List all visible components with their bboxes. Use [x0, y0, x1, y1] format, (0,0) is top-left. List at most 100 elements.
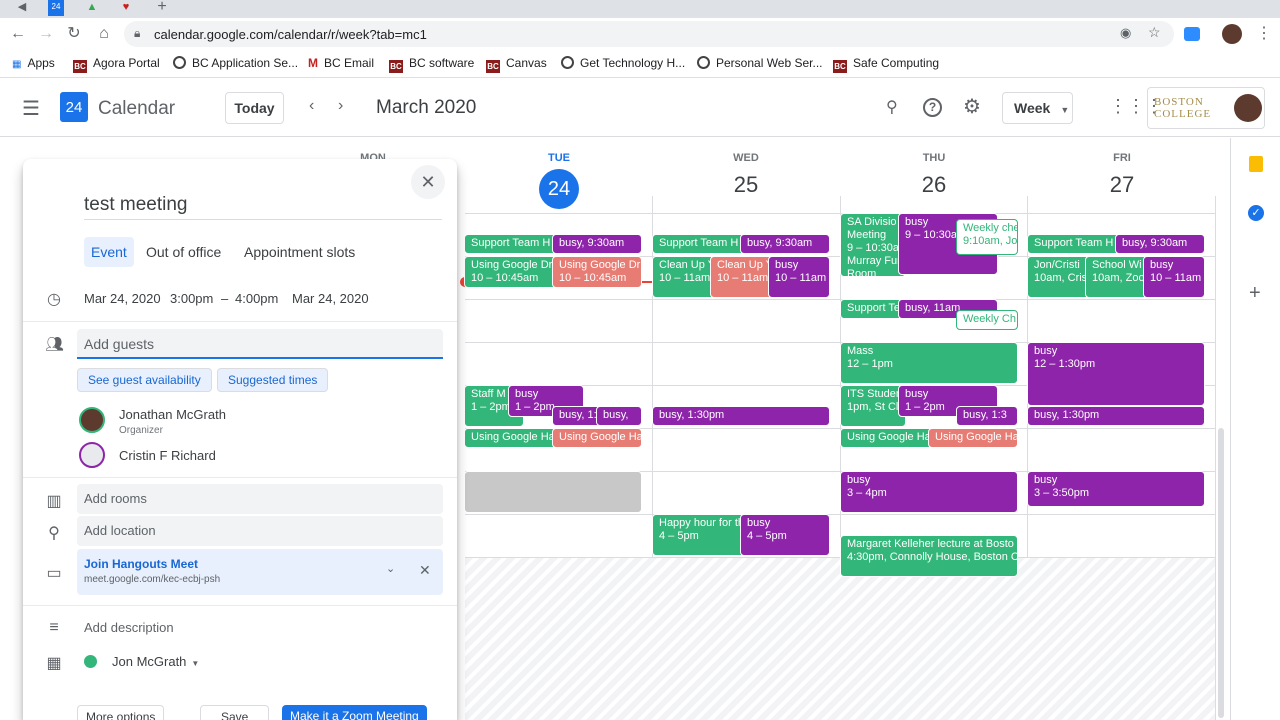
remove-conference-icon[interactable]: ✕	[419, 562, 431, 579]
event-chip[interactable]: Support Team H	[652, 234, 748, 254]
event-title-input[interactable]: test meeting	[84, 194, 442, 220]
day-header-wed[interactable]: WED 25	[653, 152, 839, 198]
calendar-owner-select[interactable]: Jon McGrath ▼	[112, 654, 199, 669]
event-chip[interactable]: Support Team H	[1027, 234, 1123, 254]
next-week-icon[interactable]: ›	[338, 97, 343, 115]
chevron-down-icon[interactable]: ⌄	[386, 562, 395, 575]
add-location-field[interactable]: Add location	[77, 516, 443, 546]
zoom-extension-icon[interactable]	[1184, 27, 1200, 41]
event-chip[interactable]: busy 3 – 4pm	[840, 471, 1018, 513]
day-header-fri[interactable]: FRI 27	[1029, 152, 1215, 198]
today-button[interactable]: Today	[225, 92, 284, 124]
bookmark-apps[interactable]: ▦ Apps	[12, 56, 55, 70]
event-chip[interactable]: busy, 1:30pm	[652, 406, 830, 426]
address-bar[interactable]: 🔒︎ calendar.google.com/calendar/r/week?t…	[124, 21, 1174, 47]
event-chip[interactable]: busy, 1:3	[956, 406, 1018, 426]
add-addon-icon[interactable]: +	[1249, 282, 1261, 305]
tab-out-of-office[interactable]: Out of office	[146, 244, 221, 260]
event-chip[interactable]: Support Team H	[464, 234, 560, 254]
event-chip[interactable]: busy,	[596, 406, 642, 426]
home-icon[interactable]: ⌂	[92, 22, 116, 46]
reload-icon[interactable]: ↻	[62, 22, 86, 46]
forward-icon[interactable]: →	[34, 22, 58, 46]
new-event-placeholder[interactable]	[464, 471, 642, 513]
previous-week-icon[interactable]: ‹	[309, 97, 314, 115]
add-guests-input[interactable]: Add guests	[77, 329, 443, 359]
end-time[interactable]: 4:00pm	[235, 291, 278, 306]
zoom-meeting-button[interactable]: Make it a Zoom Meeting	[282, 705, 427, 720]
help-icon[interactable]: ?	[923, 98, 942, 117]
view-selector[interactable]: Week ▼	[1002, 92, 1073, 124]
eye-icon[interactable]: ◉	[1120, 25, 1131, 41]
join-hangouts-link[interactable]: Join Hangouts Meet	[84, 557, 198, 571]
star-icon[interactable]: ☆	[1148, 24, 1161, 41]
event-chip[interactable]: Mass 12 – 1pm	[840, 342, 1018, 384]
event-chip[interactable]: Using Google Ha	[928, 428, 1018, 448]
start-time[interactable]: 3:00pm	[170, 291, 213, 306]
event-chip[interactable]: busy, 9:30am	[552, 234, 642, 254]
browser-toolbar: ← → ↻ ⌂ 🔒︎ calendar.google.com/calendar/…	[0, 18, 1280, 50]
event-chip[interactable]: Jon/Cristi 10am, Cris	[1027, 256, 1093, 298]
event-chip[interactable]: busy 10 – 11am	[768, 256, 830, 298]
event-chip[interactable]: Clean Up Y 10 – 11am	[652, 256, 718, 298]
event-chip[interactable]: Happy hour for th 4 – 5pm	[652, 514, 748, 556]
event-chip[interactable]: Clean Up Y 10 – 11am	[710, 256, 776, 298]
bookmark-bc-application[interactable]: BC Application Se...	[173, 56, 298, 70]
event-chip[interactable]: Using Google Dri 10 – 10:45am	[552, 256, 642, 288]
save-button[interactable]: Save	[200, 705, 270, 720]
event-chip[interactable]: busy 3 – 3:50pm	[1027, 471, 1205, 507]
chrome-menu-icon[interactable]: ⋮	[1252, 22, 1276, 46]
see-guest-availability-button[interactable]: See guest availability	[77, 368, 212, 392]
day-header-thu[interactable]: THU 26	[841, 152, 1027, 198]
event-chip[interactable]: busy 4 – 5pm	[740, 514, 830, 556]
event-chip[interactable]: Margaret Kelleher lecture at Bosto 4:30pm…	[840, 535, 1018, 577]
event-chip[interactable]: Using Google Ha	[552, 428, 642, 448]
profile-avatar[interactable]	[1222, 24, 1242, 44]
scrollbar[interactable]	[1218, 428, 1224, 718]
drive-tab-icon[interactable]: ▲	[84, 0, 100, 16]
keep-icon[interactable]	[1249, 156, 1263, 172]
search-icon[interactable]: ⚲	[886, 97, 898, 117]
suggested-times-button[interactable]: Suggested times	[217, 368, 329, 392]
bookmark-safe-computing[interactable]: BC Safe Computing	[833, 56, 939, 73]
add-description-field[interactable]: Add description	[84, 620, 174, 635]
end-date[interactable]: Mar 24, 2020	[292, 291, 369, 306]
speaker-icon[interactable]: ◀	[14, 0, 30, 16]
bookmark-canvas[interactable]: BC Canvas	[486, 56, 547, 73]
event-chip[interactable]: busy, 1:30pm	[1027, 406, 1205, 426]
bookmark-agora[interactable]: BC Agora Portal	[73, 56, 160, 73]
settings-gear-icon[interactable]: ⚙	[963, 94, 981, 119]
event-chip[interactable]: School Wi 10am, Zoo	[1085, 256, 1151, 298]
event-chip[interactable]: busy 12 – 1:30pm	[1027, 342, 1205, 406]
event-chip[interactable]: busy, 9:30am	[1115, 234, 1205, 254]
event-chip[interactable]: ITS Studen 1pm, St Cl	[840, 385, 906, 427]
event-chip[interactable]: Using Google Ha	[464, 428, 560, 448]
bookmark-bc-software[interactable]: BC BC software	[389, 56, 474, 73]
bookmark-bc-email[interactable]: M BC Email	[308, 56, 374, 70]
calendar-tab-icon[interactable]: 24	[48, 0, 64, 16]
tab-event[interactable]: Event	[84, 237, 134, 267]
tasks-icon[interactable]: ✓	[1248, 205, 1264, 221]
new-tab-icon[interactable]: +	[154, 0, 170, 16]
event-chip[interactable]: Support Te	[840, 299, 906, 319]
bookmark-personal-web[interactable]: Personal Web Ser...	[697, 56, 823, 70]
bookmark-get-technology[interactable]: Get Technology H...	[561, 56, 685, 70]
shield-tab-icon[interactable]: ♥	[118, 0, 134, 16]
event-chip[interactable]: Weekly che 9:10am, Jo	[956, 219, 1018, 255]
calendar-logo-icon: 24	[60, 92, 88, 122]
event-chip[interactable]: Using Google Dri 10 – 10:45am	[464, 256, 560, 288]
start-date[interactable]: Mar 24, 2020	[84, 291, 161, 306]
back-icon[interactable]: ←	[6, 22, 30, 46]
event-chip[interactable]: busy, 9:30am	[740, 234, 830, 254]
account-switcher[interactable]: BOSTON COLLEGE	[1147, 87, 1265, 129]
event-chip[interactable]: SA Divisio Meeting 9 – 10:30a Murray Fun Roo…	[840, 213, 906, 277]
event-chip[interactable]: Using Google Ha	[840, 428, 936, 448]
day-header-tue[interactable]: TUE 24	[466, 152, 652, 209]
main-menu-icon[interactable]: ☰	[22, 96, 40, 121]
tab-appointment-slots[interactable]: Appointment slots	[244, 244, 355, 260]
more-options-button[interactable]: More options	[77, 705, 165, 720]
today-date-circle[interactable]: 24	[539, 169, 579, 209]
event-chip[interactable]: Weekly Ch	[956, 310, 1018, 330]
event-chip[interactable]: busy 10 – 11am	[1143, 256, 1205, 298]
add-rooms-field[interactable]: Add rooms	[77, 484, 443, 514]
